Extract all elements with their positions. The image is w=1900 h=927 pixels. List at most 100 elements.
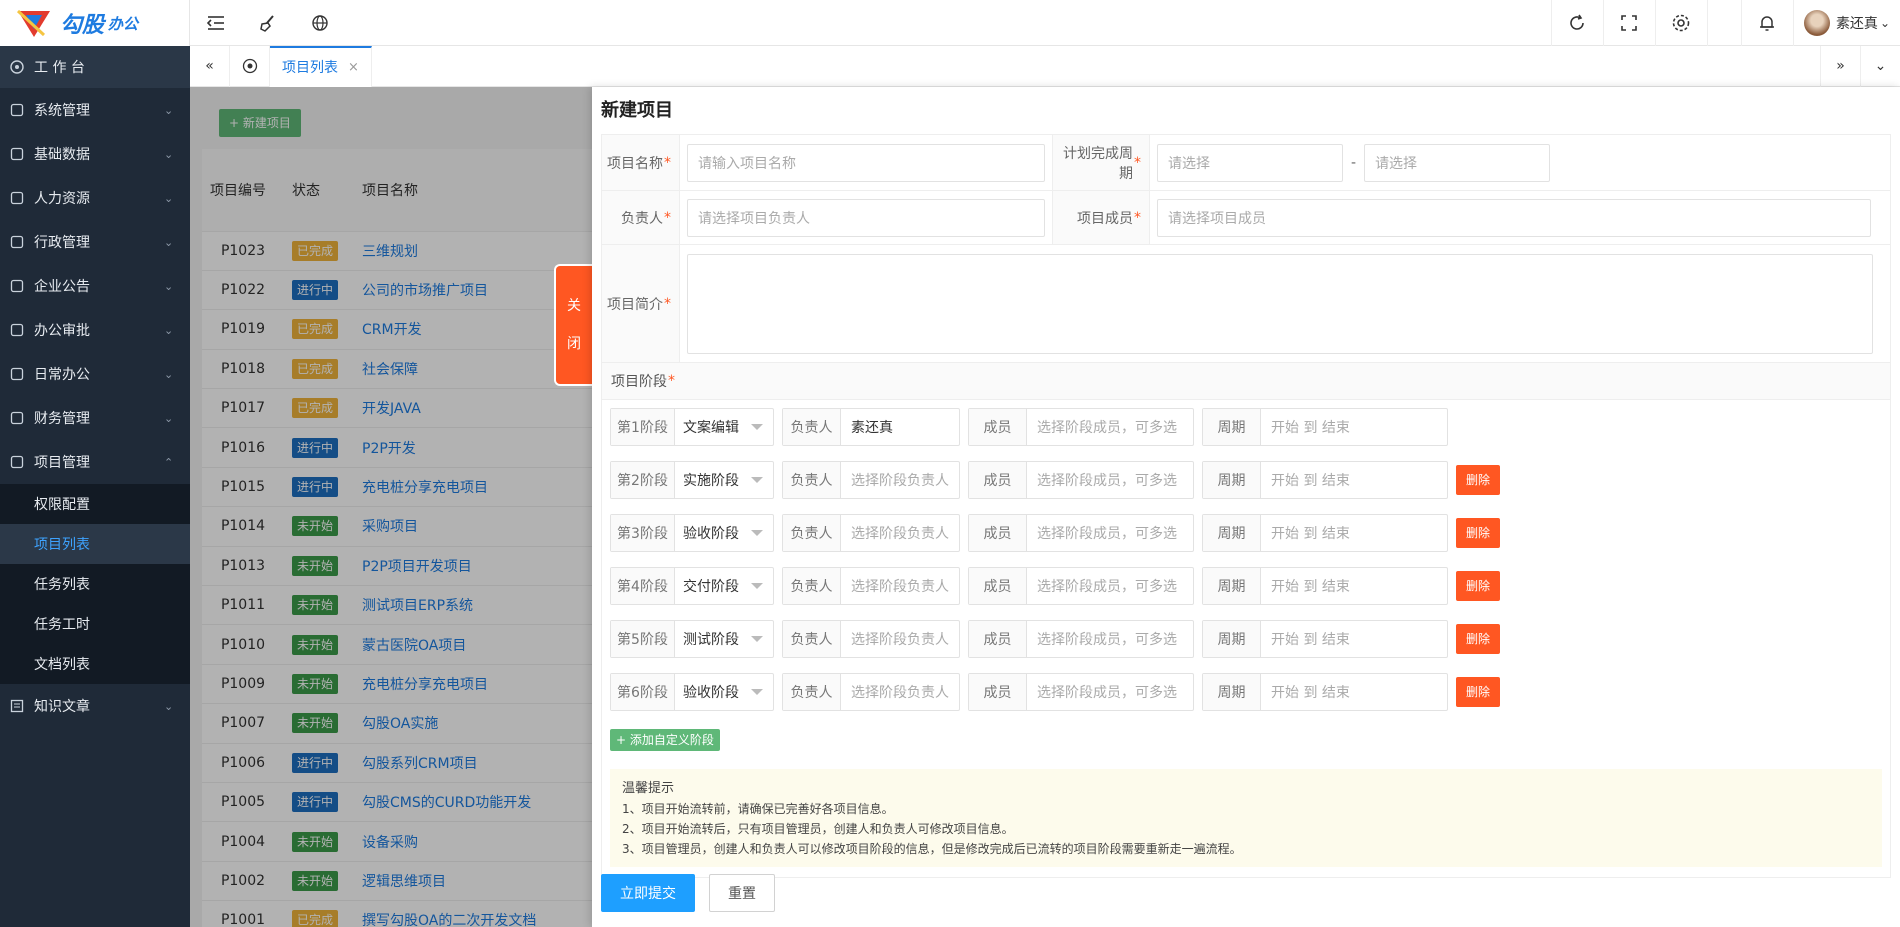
chevron-down-icon: ⌄: [164, 279, 174, 293]
settings-button[interactable]: [1654, 0, 1707, 46]
add-stage-button[interactable]: + 添加自定义阶段: [610, 729, 720, 751]
stage-owner-field[interactable]: 负责人 素还真: [782, 408, 960, 446]
stage-members-field[interactable]: 成员 选择阶段成员，可多选: [968, 620, 1194, 658]
stage-label: 第6阶段: [611, 674, 675, 710]
language-button[interactable]: [294, 0, 346, 46]
stage-members-value: 选择阶段成员，可多选: [1037, 473, 1177, 489]
delete-stage-button[interactable]: 删除: [1456, 465, 1501, 495]
wallet-icon: [8, 409, 26, 427]
members-input[interactable]: 请选择项目成员: [1157, 198, 1871, 237]
menu-collapse-button[interactable]: [190, 0, 242, 46]
stage-label: 第4阶段: [611, 568, 675, 604]
stage-members-label: 成员: [969, 515, 1027, 551]
stage-period-field[interactable]: 周期 开始 到 结束: [1202, 620, 1448, 658]
close-icon[interactable]: ×: [348, 60, 359, 75]
dashboard-icon: [8, 58, 26, 76]
sidebar-subitem-2[interactable]: 任务列表: [0, 564, 190, 604]
sidebar-item-4[interactable]: 企业公告 ⌄: [0, 264, 190, 308]
caret-down-icon: [751, 424, 763, 430]
submit-button[interactable]: 立即提交: [601, 874, 695, 912]
stage-period-value: 开始 到 结束: [1271, 579, 1350, 595]
stage-members-field[interactable]: 成员 选择阶段成员，可多选: [968, 567, 1194, 605]
sidebar-item-6[interactable]: 日常办公 ⌄: [0, 352, 190, 396]
tab-project-list[interactable]: 项目列表 ×: [270, 45, 372, 87]
logo[interactable]: 勾股 办公: [0, 0, 190, 46]
sidebar-item-2[interactable]: 人力资源 ⌄: [0, 176, 190, 220]
owner-input[interactable]: 请选择项目负责人: [687, 198, 1045, 237]
period-end-input[interactable]: 请选择: [1364, 143, 1551, 182]
sidebar-item-0[interactable]: 系统管理 ⌄: [0, 88, 190, 132]
reset-button[interactable]: 重置: [709, 874, 775, 912]
sidebar-subitem-0[interactable]: 权限配置: [0, 484, 190, 524]
clipboard-icon: [8, 233, 26, 251]
intro-label: 项目简介 *: [602, 245, 680, 362]
stage-select[interactable]: 第1阶段 文案编辑: [610, 408, 774, 446]
period-start-input[interactable]: 请选择: [1157, 143, 1343, 182]
stage-owner-value: 选择阶段负责人: [851, 685, 949, 701]
stage-period-field[interactable]: 周期 开始 到 结束: [1202, 408, 1448, 446]
tab-scroll-right-button[interactable]: »: [1820, 45, 1860, 87]
sidebar-item-7[interactable]: 财务管理 ⌄: [0, 396, 190, 440]
sidebar-subitem-3[interactable]: 任务工时: [0, 604, 190, 644]
stage-select[interactable]: 第2阶段 实施阶段: [610, 461, 774, 499]
stage-members-value: 选择阶段成员，可多选: [1037, 526, 1177, 542]
form-actions: 立即提交 重置: [601, 874, 775, 912]
sidebar-item-label: 知识文章: [34, 699, 90, 715]
close-label-2: 闭: [567, 336, 581, 352]
delete-stage-button[interactable]: 删除: [1456, 571, 1501, 601]
sidebar-item-8[interactable]: 项目管理 ⌃: [0, 440, 190, 484]
refresh-icon: [1570, 14, 1585, 30]
drawer-close-button[interactable]: 关 闭: [554, 264, 592, 386]
overlay-mask[interactable]: [190, 87, 592, 927]
stage-members-field[interactable]: 成员 选择阶段成员，可多选: [968, 673, 1194, 711]
sidebar-subitem-1[interactable]: 项目列表: [0, 524, 190, 564]
chevron-down-icon: ⌄: [164, 699, 174, 713]
period-separator: -: [1351, 154, 1357, 171]
tab-scroll-left-button[interactable]: «: [190, 45, 230, 87]
fullscreen-button[interactable]: [1602, 0, 1655, 46]
chevron-down-icon: ⌄: [164, 103, 174, 117]
stage-select[interactable]: 第3阶段 验收阶段: [610, 514, 774, 552]
chevron-down-icon: ⌄: [164, 367, 174, 381]
delete-stage-button[interactable]: 删除: [1456, 677, 1501, 707]
stage-period-field[interactable]: 周期 开始 到 结束: [1202, 567, 1448, 605]
sidebar-item-knowledge[interactable]: 知识文章 ⌄: [0, 684, 190, 728]
delete-stage-button[interactable]: 删除: [1456, 518, 1501, 548]
tab-home-button[interactable]: [230, 45, 270, 87]
tip-3: 3、项目管理员，创建人和负责人可以修改项目阶段的信息，但是修改完成后已流转的项目…: [622, 842, 1242, 856]
stage-select[interactable]: 第5阶段 测试阶段: [610, 620, 774, 658]
stage-period-label: 周期: [1203, 568, 1261, 604]
stage-owner-field[interactable]: 负责人 选择阶段负责人: [782, 514, 960, 552]
stage-members-value: 选择阶段成员，可多选: [1037, 632, 1177, 648]
sidebar-item-3[interactable]: 行政管理 ⌄: [0, 220, 190, 264]
stage-period-field[interactable]: 周期 开始 到 结束: [1202, 673, 1448, 711]
stage-members-field[interactable]: 成员 选择阶段成员，可多选: [968, 461, 1194, 499]
sidebar-subitem-4[interactable]: 文档列表: [0, 644, 190, 684]
delete-stage-button[interactable]: 删除: [1456, 624, 1501, 654]
app-root: 勾股 办公 工 作 台 系统管理 ⌄ 基础数据 ⌄ 人力资源 ⌄ 行政管理 ⌄ 企业公告 ⌄ 办公审…: [0, 0, 1900, 927]
stage-period-field[interactable]: 周期 开始 到 结束: [1202, 514, 1448, 552]
clear-cache-button[interactable]: [242, 0, 294, 46]
stage-members-field[interactable]: 成员 选择阶段成员，可多选: [968, 408, 1194, 446]
sidebar-item-5[interactable]: 办公审批 ⌄: [0, 308, 190, 352]
stage-period-field[interactable]: 周期 开始 到 结束: [1202, 461, 1448, 499]
sidebar-item-workbench[interactable]: 工 作 台: [0, 46, 190, 88]
refresh-button[interactable]: [1550, 0, 1603, 46]
stage-row: 第1阶段 文案编辑 负责人 素还真 成员 选择阶段成员，可多选 周期 开始 到 结束: [610, 408, 1890, 446]
stage-owner-field[interactable]: 负责人 选择阶段负责人: [782, 673, 960, 711]
tab-menu-button[interactable]: ⌄: [1860, 45, 1900, 87]
chevron-down-icon: ⌄: [164, 147, 174, 161]
close-label-1: 关: [567, 298, 581, 314]
stage-select[interactable]: 第6阶段 验收阶段: [610, 673, 774, 711]
stage-members-field[interactable]: 成员 选择阶段成员，可多选: [968, 514, 1194, 552]
bell-icon: [1760, 15, 1775, 31]
sidebar-item-1[interactable]: 基础数据 ⌄: [0, 132, 190, 176]
notifications-button[interactable]: [1740, 0, 1793, 46]
project-name-input[interactable]: 请输入项目名称: [687, 143, 1045, 182]
stage-owner-field[interactable]: 负责人 选择阶段负责人: [782, 461, 960, 499]
user-menu[interactable]: 素还真 ⌄: [1792, 0, 1900, 46]
stage-owner-field[interactable]: 负责人 选择阶段负责人: [782, 620, 960, 658]
intro-textarea[interactable]: [687, 253, 1873, 354]
stage-owner-field[interactable]: 负责人 选择阶段负责人: [782, 567, 960, 605]
stage-select[interactable]: 第4阶段 交付阶段: [610, 567, 774, 605]
